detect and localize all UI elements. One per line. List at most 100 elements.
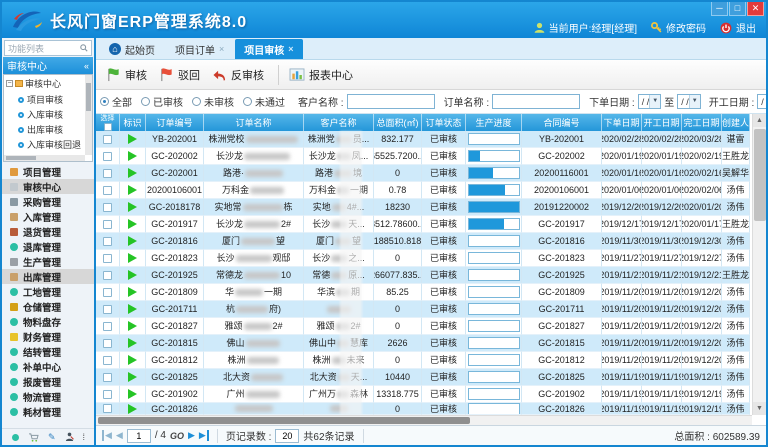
tree-root-node[interactable]: − 审核中心 bbox=[4, 75, 92, 92]
column-header-9[interactable]: 合同编号 bbox=[522, 114, 602, 131]
sidebar-item-1[interactable]: 项目管理 bbox=[2, 164, 94, 179]
last-page-button[interactable]: ▶ bbox=[199, 430, 209, 441]
page-size-input[interactable] bbox=[275, 429, 299, 443]
tab-2[interactable]: 项目订单× bbox=[166, 39, 233, 59]
table-row[interactable]: GC-201902广州广州万森林13318.775已审核GC-201902201… bbox=[96, 386, 750, 403]
prev-page-button[interactable]: ◀ bbox=[116, 430, 123, 441]
sidebar-item-4[interactable]: 入库管理 bbox=[2, 209, 94, 224]
tab-1[interactable]: ⌂起始页 bbox=[100, 39, 164, 59]
column-header-2[interactable]: 标识 bbox=[120, 114, 146, 131]
sidebar-item-14[interactable]: 补单中心 bbox=[2, 359, 94, 374]
dot-icon[interactable] bbox=[12, 434, 19, 441]
row-checkbox[interactable] bbox=[103, 356, 112, 365]
cart-icon[interactable] bbox=[28, 433, 39, 442]
table-row[interactable]: GC-202002长沙龙长沙龙凤...65525.7200...已审核GC-20… bbox=[96, 148, 750, 165]
row-checkbox[interactable] bbox=[103, 152, 112, 161]
collapse-icon[interactable]: « bbox=[84, 61, 89, 71]
select-all-checkbox[interactable] bbox=[104, 123, 112, 131]
horizontal-scrollbar[interactable] bbox=[96, 415, 752, 425]
column-header-3[interactable]: 订单编号 bbox=[146, 114, 204, 131]
row-checkbox[interactable] bbox=[103, 390, 112, 399]
minimize-button[interactable]: ─ bbox=[711, 2, 728, 16]
page-number-input[interactable] bbox=[127, 429, 151, 443]
sidebar-item-7[interactable]: 生产管理 bbox=[2, 254, 94, 269]
first-page-button[interactable]: ◀ bbox=[102, 430, 112, 441]
order-date-to-input[interactable]: / /▼ bbox=[677, 94, 701, 109]
tree-item-1[interactable]: 项目审核 bbox=[4, 92, 92, 107]
column-header-13[interactable]: 创建人 bbox=[722, 114, 750, 131]
chevron-down-icon[interactable]: ▼ bbox=[649, 95, 660, 108]
tree-item-3[interactable]: 出库审核 bbox=[4, 122, 92, 137]
sidebar-item-8[interactable]: 出库管理 bbox=[2, 269, 94, 284]
scrollbar-thumb[interactable] bbox=[98, 417, 470, 424]
table-row[interactable]: GC-201823长沙观邸长沙之...0已审核GC-2018232019/11/… bbox=[96, 250, 750, 267]
tab-close-icon[interactable]: × bbox=[288, 44, 293, 54]
row-checkbox[interactable] bbox=[103, 203, 112, 212]
row-checkbox[interactable] bbox=[103, 237, 112, 246]
sidebar-item-5[interactable]: 退货管理 bbox=[2, 224, 94, 239]
pen-icon[interactable]: ✎ bbox=[48, 432, 56, 443]
table-row[interactable]: GC-201825北大资北大资天...10440已审核GC-2018252019… bbox=[96, 369, 750, 386]
sidebar-item-11[interactable]: 物料盘存 bbox=[2, 314, 94, 329]
column-header-11[interactable]: 开工日期 bbox=[642, 114, 682, 131]
sidebar-item-3[interactable]: 采购管理 bbox=[2, 194, 94, 209]
toolbar-button-2[interactable]: 驳回 bbox=[155, 64, 208, 86]
go-button[interactable]: GO bbox=[170, 431, 184, 441]
sidebar-item-10[interactable]: 仓储管理 bbox=[2, 299, 94, 314]
column-header-5[interactable]: 客户名称 bbox=[304, 114, 374, 131]
column-header-1[interactable]: 选择 bbox=[96, 114, 120, 131]
tab-3[interactable]: 项目审核× bbox=[235, 39, 302, 59]
status-radio-1[interactable] bbox=[100, 97, 109, 106]
tree-horizontal-scrollbar[interactable] bbox=[4, 155, 85, 161]
order-name-input[interactable] bbox=[492, 94, 580, 109]
sidebar-panel-header[interactable]: 审核中心 « bbox=[3, 57, 93, 74]
change-password-button[interactable]: 修改密码 bbox=[651, 20, 706, 35]
status-radio-2[interactable] bbox=[141, 97, 150, 106]
column-header-8[interactable]: 生产进度 bbox=[466, 114, 522, 131]
row-checkbox[interactable] bbox=[103, 322, 112, 331]
table-row[interactable]: GC-201925常德龙10常德原...266077.835...已审核GC-2… bbox=[96, 267, 750, 284]
toolbar-button-3[interactable]: 反审核 bbox=[208, 64, 272, 86]
table-row[interactable]: 20200106001万科金万科金一期0.78已审核20200106001202… bbox=[96, 182, 750, 199]
tree-expand-icon[interactable]: − bbox=[6, 80, 13, 87]
row-checkbox[interactable] bbox=[103, 288, 112, 297]
table-row[interactable]: YB-202001株洲党校株洲党员...832.177已审核YB-2020012… bbox=[96, 131, 750, 148]
next-page-button[interactable]: ▶ bbox=[188, 430, 195, 441]
toolbar-button-4[interactable]: 报表中心 bbox=[285, 64, 361, 86]
scroll-down-icon[interactable]: ▼ bbox=[753, 402, 766, 415]
tab-close-icon[interactable]: × bbox=[219, 44, 224, 54]
sidebar-item-2[interactable]: 审核中心 bbox=[2, 179, 94, 194]
order-date-from-input[interactable]: / /▼ bbox=[638, 94, 662, 109]
table-row[interactable]: GC-201917长沙龙2#长沙天...8512.78600...已审核GC-2… bbox=[96, 216, 750, 233]
status-radio-4[interactable] bbox=[243, 97, 252, 106]
row-checkbox[interactable] bbox=[103, 135, 112, 144]
sidebar-item-12[interactable]: 财务管理 bbox=[2, 329, 94, 344]
sidebar-item-17[interactable]: 耗材管理 bbox=[2, 404, 94, 419]
sidebar-item-6[interactable]: 退库管理 bbox=[2, 239, 94, 254]
toolbar-button-1[interactable]: 审核 bbox=[102, 64, 155, 86]
table-row[interactable]: GC-201816厦门望厦门望188510.818已审核GC-201816201… bbox=[96, 233, 750, 250]
scroll-up-icon[interactable]: ▲ bbox=[753, 114, 766, 127]
sidebar-item-13[interactable]: 结转管理 bbox=[2, 344, 94, 359]
table-row[interactable]: GC-202001路港·路港境0已审核202001160012020/01/16… bbox=[96, 165, 750, 182]
table-row[interactable]: GC-201711杭府)0已审核GC-2017112019/11/202019/… bbox=[96, 301, 750, 318]
function-search-input[interactable]: 功能列表 bbox=[4, 40, 92, 56]
close-button[interactable]: ✕ bbox=[747, 2, 764, 16]
column-header-6[interactable]: 总面积(㎡) bbox=[374, 114, 422, 131]
column-header-7[interactable]: 订单状态 bbox=[422, 114, 466, 131]
maximize-button[interactable]: □ bbox=[729, 2, 746, 16]
row-checkbox[interactable] bbox=[103, 339, 112, 348]
row-checkbox[interactable] bbox=[103, 271, 112, 280]
row-checkbox[interactable] bbox=[103, 254, 112, 263]
vertical-scrollbar[interactable]: ▲ ▼ bbox=[752, 114, 766, 415]
row-checkbox[interactable] bbox=[103, 404, 112, 413]
status-radio-3[interactable] bbox=[192, 97, 201, 106]
sidebar-item-9[interactable]: 工地管理 bbox=[2, 284, 94, 299]
row-checkbox[interactable] bbox=[103, 186, 112, 195]
tree-item-4[interactable]: 入库审核回退 bbox=[4, 137, 92, 152]
person-icon[interactable] bbox=[65, 432, 74, 442]
customer-name-input[interactable] bbox=[347, 94, 435, 109]
chevron-down-icon[interactable]: ▼ bbox=[689, 95, 700, 108]
more-icon[interactable]: ⁞ bbox=[83, 432, 85, 442]
start-date-input[interactable]: / /▼ bbox=[757, 94, 766, 109]
